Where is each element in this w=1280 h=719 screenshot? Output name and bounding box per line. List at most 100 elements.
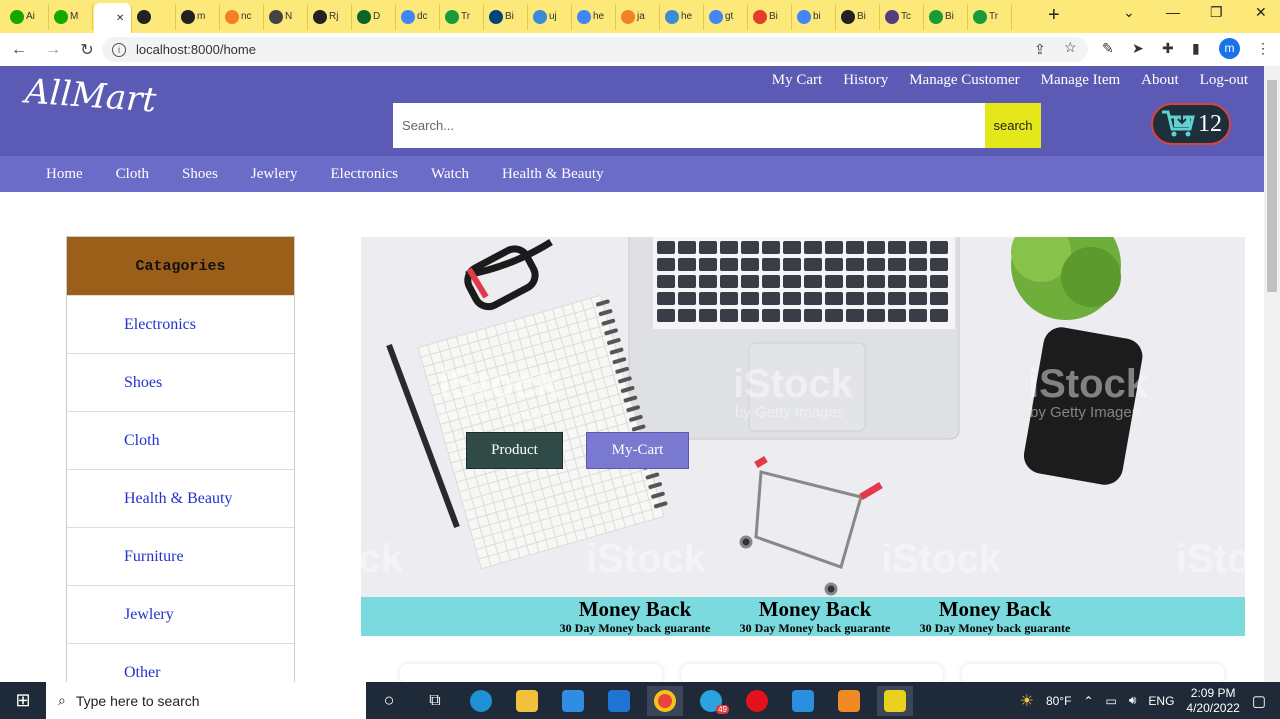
browser-tab[interactable]: N — [265, 3, 308, 30]
share-icon[interactable]: ⇪ — [1034, 41, 1046, 58]
browser-tab[interactable]: nc — [221, 3, 264, 30]
language-indicator[interactable]: ENG — [1148, 694, 1174, 708]
browser-tab[interactable]: Tc — [881, 3, 924, 30]
tab-favicon-icon — [665, 9, 679, 24]
browser-tab[interactable]: dc — [397, 3, 440, 30]
category-nav-link[interactable]: Health & Beauty — [502, 166, 604, 183]
bookmark-star-icon[interactable]: ☆ — [1064, 39, 1077, 56]
side-panel-icon[interactable]: ▮ — [1192, 40, 1200, 57]
sidebar-category-link[interactable]: Cloth — [67, 411, 294, 469]
browser-tab[interactable]: Bi — [837, 3, 880, 30]
browser-tab[interactable]: D — [353, 3, 396, 30]
task-view-icon[interactable]: ⧉ — [417, 686, 453, 716]
cart-button[interactable]: 12 — [1151, 103, 1231, 145]
sidebar-category-link[interactable]: Health & Beauty — [67, 469, 294, 527]
top-nav-link[interactable]: Manage Customer — [909, 72, 1019, 89]
clock[interactable]: 2:09 PM 4/20/2022 — [1186, 686, 1239, 716]
search-button[interactable]: search — [985, 103, 1041, 148]
product-card[interactable] — [962, 664, 1224, 684]
sidebar-category-link[interactable]: Jewlery — [67, 585, 294, 643]
browser-tab[interactable]: ja — [617, 3, 660, 30]
browser-tab[interactable]: Tr — [969, 3, 1012, 30]
browser-tab[interactable]: uj — [529, 3, 572, 30]
chrome-icon[interactable] — [647, 685, 683, 716]
top-nav-link[interactable]: About — [1141, 72, 1179, 89]
browser-tab[interactable]: Rj — [309, 3, 352, 30]
close-window-icon[interactable]: ✕ — [1255, 4, 1267, 21]
cursor-extension-icon[interactable]: ➤ — [1132, 40, 1144, 57]
money-back-item: Money Back 30 Day Money back guarante — [545, 597, 725, 635]
browser-tab[interactable] — [133, 3, 176, 30]
reload-icon[interactable]: ↻ — [72, 40, 102, 60]
category-nav-link[interactable]: Home — [46, 166, 83, 183]
telegram-icon[interactable]: 49 — [693, 686, 729, 716]
category-nav-link[interactable]: Jewlery — [251, 166, 298, 183]
browser-tab[interactable]: gt — [705, 3, 748, 30]
tab-close-icon[interactable]: ✕ — [116, 13, 124, 24]
browser-tab[interactable]: Bi — [749, 3, 792, 30]
product-card[interactable] — [400, 664, 662, 684]
browser-tab[interactable]: Bi — [925, 3, 968, 30]
maximize-icon[interactable]: ❐ — [1210, 4, 1223, 21]
browser-tab[interactable]: Bi — [485, 3, 528, 30]
notifications-icon[interactable]: ▢ — [1252, 692, 1266, 710]
file-explorer-icon[interactable] — [509, 686, 545, 716]
browser-menu-icon[interactable]: ⋮ — [1256, 40, 1270, 57]
notes-app-icon[interactable] — [877, 685, 913, 716]
edge-icon[interactable] — [463, 686, 499, 716]
tray-chevron-icon[interactable]: ⌃ — [1083, 694, 1093, 708]
category-nav-link[interactable]: Watch — [431, 166, 469, 183]
category-nav-link[interactable]: Shoes — [182, 166, 218, 183]
page-scrollbar[interactable] — [1264, 66, 1280, 682]
hero-image: iStock iStock iStock iStock iStock iStoc… — [361, 237, 1245, 597]
product-button[interactable]: Product — [466, 432, 563, 469]
category-nav-link[interactable]: Electronics — [331, 166, 398, 183]
opera-icon[interactable] — [739, 686, 775, 716]
browser-tab[interactable]: Tr — [441, 3, 484, 30]
category-nav-link[interactable]: Cloth — [116, 166, 149, 183]
laptop-key — [762, 258, 780, 271]
url-input[interactable]: i localhost:8000/home — [102, 37, 1088, 62]
browser-tab[interactable]: m — [177, 3, 220, 30]
extensions-puzzle-icon[interactable]: ✚ — [1162, 40, 1174, 57]
sidebar-category-link[interactable]: Shoes — [67, 353, 294, 411]
browser-tab[interactable]: ✕ — [94, 3, 132, 33]
laptop-key — [930, 258, 948, 271]
vscode-icon[interactable] — [785, 686, 821, 716]
sidebar-category-link[interactable]: Electronics — [67, 295, 294, 353]
network-icon[interactable]: ▭ — [1106, 694, 1117, 708]
windows-start-icon[interactable]: ⊞ — [0, 690, 46, 711]
search-input[interactable] — [393, 103, 985, 148]
site-info-icon[interactable]: i — [112, 42, 126, 57]
top-nav-link[interactable]: Manage Item — [1041, 72, 1121, 89]
money-back-title: Money Back — [938, 597, 1052, 621]
scrollbar-thumb[interactable] — [1267, 80, 1277, 292]
my-cart-button[interactable]: My-Cart — [586, 432, 689, 469]
cortana-icon[interactable]: ○ — [371, 686, 407, 716]
mail-icon[interactable] — [601, 686, 637, 716]
volume-icon[interactable]: 🔊︎ — [1129, 693, 1137, 708]
tab-search-icon[interactable]: ⌄ — [1123, 4, 1135, 21]
browser-tab[interactable]: M — [50, 3, 93, 30]
forward-icon[interactable]: → — [38, 41, 68, 59]
store-icon[interactable] — [555, 686, 591, 716]
taskbar-search[interactable]: ⌕ Type here to search — [46, 682, 366, 719]
back-icon[interactable]: ← — [4, 41, 34, 59]
browser-tab[interactable]: bi — [793, 3, 836, 30]
top-nav-link[interactable]: Log-out — [1200, 72, 1248, 89]
sidebar-category-link[interactable]: Furniture — [67, 527, 294, 585]
browser-tab[interactable]: Ai — [6, 3, 49, 30]
eyedropper-icon[interactable]: ✎ — [1102, 40, 1114, 57]
browser-tab[interactable]: he — [661, 3, 704, 30]
minimize-icon[interactable]: — — [1166, 4, 1180, 20]
sublime-icon[interactable] — [831, 686, 867, 716]
top-nav-link[interactable]: My Cart — [772, 72, 822, 89]
site-logo[interactable]: AllMart — [24, 71, 158, 120]
top-nav-link[interactable]: History — [843, 72, 888, 89]
product-card[interactable] — [681, 664, 943, 684]
profile-avatar[interactable]: m — [1219, 38, 1240, 59]
browser-tab[interactable]: he — [573, 3, 616, 30]
new-tab-button[interactable]: + — [1048, 4, 1060, 27]
weather-temp[interactable]: 80°F — [1046, 694, 1071, 708]
weather-icon[interactable]: ☀ — [1020, 691, 1034, 711]
